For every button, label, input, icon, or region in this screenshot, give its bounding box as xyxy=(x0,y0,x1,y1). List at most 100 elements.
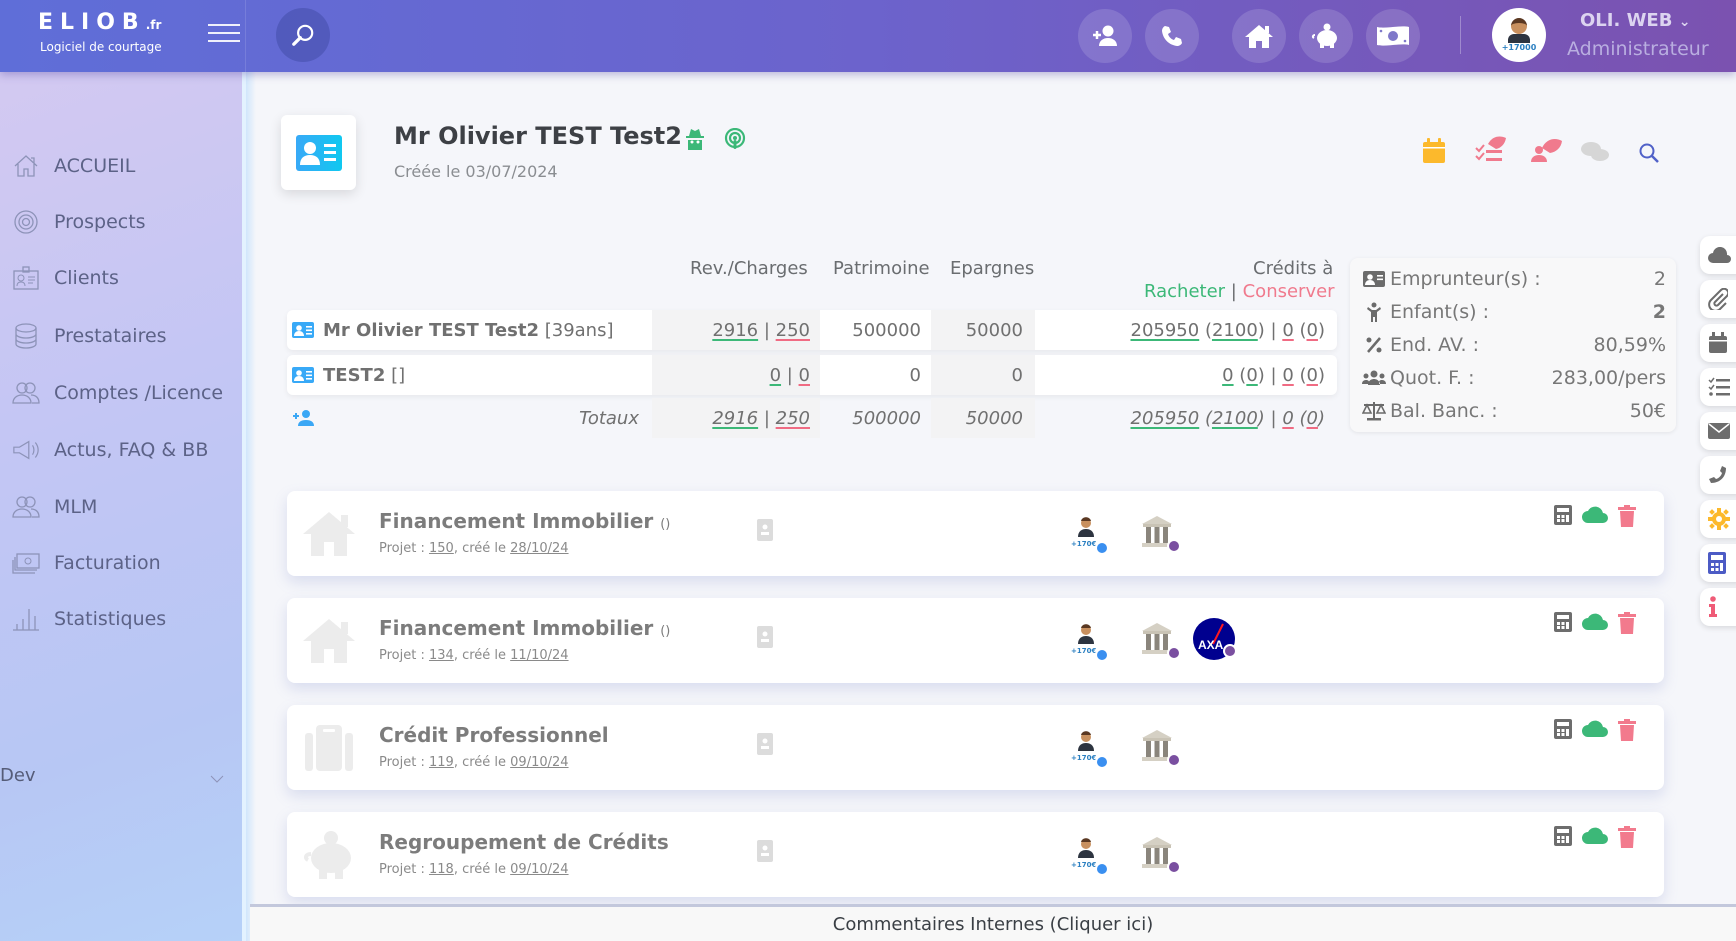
racheter-link[interactable]: 0 xyxy=(1222,365,1233,386)
project-title[interactable]: Financement Immobilier () xyxy=(379,509,670,533)
project-date-link[interactable]: 09/10/24 xyxy=(510,862,568,877)
project-title[interactable]: Regroupement de Crédits xyxy=(379,830,669,854)
conserver-link[interactable]: 0 xyxy=(1282,320,1293,341)
calendar-icon[interactable] xyxy=(1422,138,1446,168)
revenue-total-link[interactable]: 2916 xyxy=(712,408,758,429)
billing-button[interactable] xyxy=(1366,9,1420,63)
racheter-monthly-link[interactable]: 0 xyxy=(1246,365,1257,386)
project-id-link[interactable]: 118 xyxy=(429,862,454,877)
bank-icon[interactable] xyxy=(1139,727,1181,767)
calculator-icon[interactable] xyxy=(1554,826,1572,848)
racheter-total-link[interactable]: 205950 xyxy=(1131,408,1200,429)
bank-icon[interactable] xyxy=(1139,620,1181,660)
table-row[interactable]: TEST2 [] 0 | 0 0 0 0 (0) | 0 (0) xyxy=(287,355,1337,395)
tasks-rocket-icon[interactable] xyxy=(1474,134,1508,168)
charges-link[interactable]: 0 xyxy=(799,365,810,386)
document-icon[interactable] xyxy=(757,733,773,759)
project-title[interactable]: Crédit Professionnel xyxy=(379,723,609,747)
client-type-card[interactable] xyxy=(281,115,356,190)
project-card[interactable]: Financement Immobilier () Projet : 134, … xyxy=(287,598,1664,683)
user-menu-toggle[interactable]: OLI. WEB ⌄ xyxy=(1580,10,1690,31)
internal-comments-toggle[interactable]: Commentaires Internes (Cliquer ici) xyxy=(250,904,1736,941)
spy-icon[interactable] xyxy=(685,128,705,154)
project-id-link[interactable]: 119 xyxy=(429,755,454,770)
sidebar-item-facturation[interactable]: Facturation xyxy=(0,542,242,584)
rail-cloud-button[interactable] xyxy=(1700,236,1736,274)
user-avatar[interactable]: +17000 xyxy=(1492,8,1546,62)
calculator-icon[interactable] xyxy=(1554,505,1572,527)
racheter-monthly-total-link[interactable]: 2100 xyxy=(1212,408,1258,429)
users-rocket-icon[interactable] xyxy=(1530,134,1564,168)
project-date-link[interactable]: 11/10/24 xyxy=(510,648,568,663)
call-button[interactable] xyxy=(1145,9,1199,63)
brand-logo[interactable]: ELIOB.fr xyxy=(38,10,161,35)
project-title[interactable]: Financement Immobilier () xyxy=(379,616,670,640)
project-card[interactable]: Financement Immobilier () Projet : 150, … xyxy=(287,491,1664,576)
conserver-monthly-link[interactable]: 0 xyxy=(1307,365,1318,386)
sidebar-item-actus[interactable]: Actus, FAQ & BB xyxy=(0,429,242,471)
project-id-link[interactable]: 150 xyxy=(429,541,454,556)
project-card[interactable]: Regroupement de Crédits Projet : 118, cr… xyxy=(287,812,1664,897)
cloud-icon[interactable] xyxy=(1582,505,1608,527)
revenue-link[interactable]: 0 xyxy=(770,365,781,386)
table-row[interactable]: Mr Olivier TEST Test2 [39ans] 2916 | 250… xyxy=(287,310,1337,350)
project-card[interactable]: Crédit Professionnel Projet : 119, créé … xyxy=(287,705,1664,790)
rail-calculator-button[interactable] xyxy=(1700,544,1736,582)
calculator-icon[interactable] xyxy=(1554,719,1572,741)
podcast-icon[interactable] xyxy=(724,127,746,154)
add-borrower-button[interactable] xyxy=(292,398,314,438)
bank-icon[interactable] xyxy=(1139,834,1181,874)
calculator-icon[interactable] xyxy=(1554,612,1572,634)
sidebar-section-dev[interactable]: Dev xyxy=(0,765,36,786)
sidebar-item-statistiques[interactable]: Statistiques xyxy=(0,598,242,640)
document-icon[interactable] xyxy=(757,840,773,866)
cloud-icon[interactable] xyxy=(1582,719,1608,741)
rail-phone-button[interactable] xyxy=(1700,456,1736,494)
trash-icon[interactable] xyxy=(1618,826,1636,848)
rail-envelope-button[interactable] xyxy=(1700,412,1736,450)
trash-icon[interactable] xyxy=(1618,505,1636,527)
bank-icon[interactable] xyxy=(1139,513,1181,553)
cloud-icon[interactable] xyxy=(1582,612,1608,634)
trash-icon[interactable] xyxy=(1618,612,1636,634)
sidebar-item-clients[interactable]: Clients xyxy=(0,257,242,299)
menu-toggle-button[interactable] xyxy=(208,24,240,46)
conserver-monthly-total-link[interactable]: 0 xyxy=(1307,408,1318,429)
brand[interactable]: ELIOB.fr Logiciel de courtage xyxy=(0,0,246,72)
conserver-monthly-link[interactable]: 0 xyxy=(1307,320,1318,341)
savings-button[interactable] xyxy=(1299,9,1353,63)
real-estate-button[interactable] xyxy=(1232,9,1286,63)
chevron-down-icon[interactable] xyxy=(210,769,224,788)
agent-avatar[interactable]: +170€ xyxy=(1069,622,1109,662)
insurer-logo[interactable]: AXA xyxy=(1193,618,1237,660)
charges-total-link[interactable]: 250 xyxy=(776,408,810,429)
search-button[interactable] xyxy=(276,8,330,62)
rail-tasks-button[interactable] xyxy=(1700,368,1736,406)
sidebar-item-prospects[interactable]: Prospects xyxy=(0,201,242,243)
charges-link[interactable]: 250 xyxy=(776,320,810,341)
rail-calendar-button[interactable] xyxy=(1700,324,1736,362)
cloud-icon[interactable] xyxy=(1582,826,1608,848)
search-icon[interactable] xyxy=(1638,142,1660,168)
comments-icon[interactable] xyxy=(1580,140,1610,168)
project-id-link[interactable]: 134 xyxy=(429,648,454,663)
borrower-cell[interactable]: TEST2 [] xyxy=(292,355,405,395)
racheter-link[interactable]: 205950 xyxy=(1131,320,1200,341)
conserver-link[interactable]: 0 xyxy=(1282,365,1293,386)
sidebar-item-accueil[interactable]: ACCUEIL xyxy=(0,145,242,187)
sidebar-item-prestataires[interactable]: Prestataires xyxy=(0,315,242,357)
rail-gear-button[interactable] xyxy=(1700,500,1736,538)
agent-avatar[interactable]: +170€ xyxy=(1069,729,1109,769)
agent-avatar[interactable]: +170€ xyxy=(1069,836,1109,876)
sidebar-item-comptes-licence[interactable]: Comptes /Licence xyxy=(0,372,242,414)
racheter-monthly-link[interactable]: 2100 xyxy=(1212,320,1258,341)
rail-info-button[interactable] xyxy=(1700,588,1736,626)
document-icon[interactable] xyxy=(757,519,773,545)
project-date-link[interactable]: 09/10/24 xyxy=(510,755,568,770)
add-contact-button[interactable] xyxy=(1078,9,1132,63)
borrower-cell[interactable]: Mr Olivier TEST Test2 [39ans] xyxy=(292,310,613,350)
trash-icon[interactable] xyxy=(1618,719,1636,741)
revenue-link[interactable]: 2916 xyxy=(712,320,758,341)
sidebar-item-mlm[interactable]: MLM xyxy=(0,486,242,528)
agent-avatar[interactable]: +170€ xyxy=(1069,515,1109,555)
